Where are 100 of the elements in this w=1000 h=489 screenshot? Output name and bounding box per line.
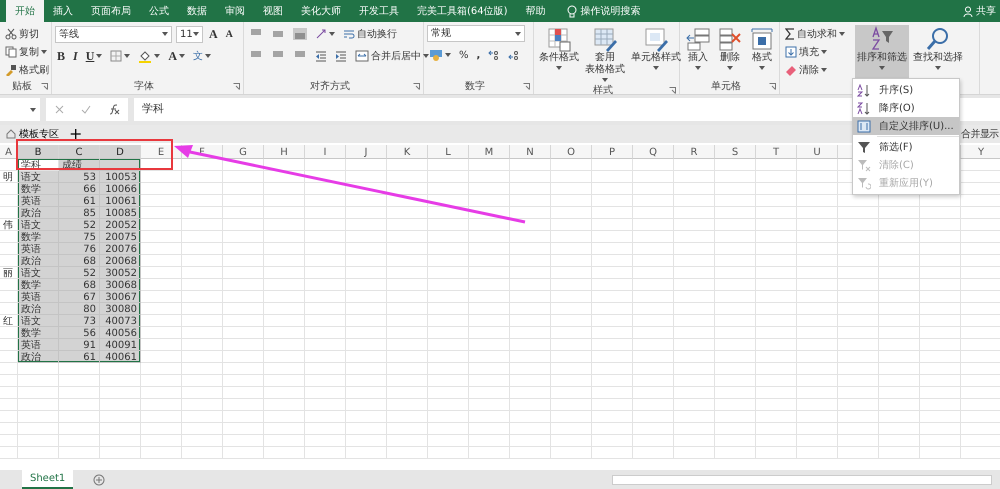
number-format-dropdown[interactable]: 常规 <box>427 25 525 42</box>
delete-button[interactable]: 删除 <box>715 25 745 79</box>
merge-center-button[interactable]: 合并后居中 <box>353 47 431 65</box>
conditional-formatting-button[interactable]: 条件格式 <box>537 25 581 83</box>
group-label: 字体 <box>133 80 155 94</box>
table-cell: 10061 <box>100 195 141 207</box>
phonetic-button[interactable]: 文 <box>191 47 214 65</box>
grow-font-button[interactable]: A <box>207 25 220 43</box>
table-cell: 76 <box>59 243 100 255</box>
ribbon-tab[interactable]: 视图 <box>254 0 292 22</box>
caret-icon <box>41 50 47 54</box>
cell-styles-button[interactable]: 单元格样式 <box>629 25 683 83</box>
column-header[interactable]: P <box>592 145 633 159</box>
table-cell: 30068 <box>100 279 141 291</box>
sheet-tab[interactable]: Sheet1 <box>22 470 74 489</box>
format-painter-button[interactable]: 格式刷 <box>3 61 51 79</box>
column-header[interactable]: O <box>551 145 592 159</box>
font-name-dropdown[interactable]: 等线 <box>55 26 172 42</box>
wrap-text-button[interactable]: 自动换行 <box>341 25 399 43</box>
autosum-button[interactable]: 自动求和 <box>783 25 847 43</box>
table-cell-text: 丽 <box>2 267 14 279</box>
comma-button[interactable]: , <box>474 46 482 64</box>
column-header[interactable]: Q <box>633 145 674 159</box>
add-tab-button[interactable]: + <box>67 122 84 146</box>
table-cell: 80 <box>59 303 100 315</box>
wrap-text-icon <box>343 28 355 40</box>
menu-item[interactable]: 降序(O) <box>853 99 959 117</box>
clear-button[interactable]: 清除 <box>783 61 847 79</box>
ribbon-tab[interactable]: 数据 <box>178 0 216 22</box>
column-header[interactable]: D <box>100 145 141 159</box>
column-header[interactable]: K <box>387 145 428 159</box>
vertical-align-button[interactable] <box>291 25 309 43</box>
insert-button[interactable]: 插入 <box>683 25 713 79</box>
cut-button[interactable]: 剪切 <box>3 25 51 43</box>
table-icon <box>546 26 572 52</box>
ribbon-tab[interactable]: 公式 <box>140 0 178 22</box>
column-header[interactable]: B <box>18 145 59 159</box>
column-header[interactable]: J <box>346 145 387 159</box>
ribbon-tab[interactable]: 美化大师 <box>292 0 350 22</box>
fill-down-icon <box>785 46 797 58</box>
sort-filter-button[interactable]: 排序和筛选 <box>855 25 909 79</box>
column-header[interactable]: T <box>756 145 797 159</box>
menu-item[interactable]: 升序(S) <box>853 81 959 99</box>
font-size-dropdown[interactable]: 11 <box>176 26 203 42</box>
dialog-launcher-icon <box>523 83 530 90</box>
ribbon-tab[interactable]: 插入 <box>44 0 82 22</box>
tell-me-search[interactable]: 操作说明搜索 <box>560 0 647 22</box>
format-button[interactable]: 格式 <box>747 25 777 79</box>
share-button[interactable]: 共享 <box>957 0 1000 22</box>
column-header[interactable]: L <box>428 145 469 159</box>
table-cell: 政治 <box>18 255 59 267</box>
check-icon <box>80 105 90 114</box>
column-header[interactable]: G <box>223 145 264 159</box>
horizontal-scrollbar[interactable] <box>612 475 992 485</box>
column-header[interactable]: M <box>469 145 510 159</box>
find-select-button[interactable]: 查找和选择 <box>911 25 965 79</box>
italic-button[interactable]: I <box>71 47 80 65</box>
ribbon-tab[interactable]: 完美工具箱(64位版) <box>408 0 517 22</box>
dialog-launcher-icon <box>413 83 420 90</box>
column-header[interactable]: N <box>510 145 551 159</box>
font-color-button[interactable]: A <box>166 47 188 65</box>
add-sheet-icon[interactable] <box>93 474 106 486</box>
indent-icon <box>335 50 347 62</box>
dialog-launcher-icon <box>41 83 48 90</box>
reapply-filter-icon <box>857 176 871 190</box>
template-tab[interactable]: 模板专区 <box>4 126 61 142</box>
cell-style-icon <box>643 26 669 52</box>
column-header[interactable]: C <box>59 145 100 159</box>
shrink-font-button[interactable]: A <box>224 25 235 43</box>
search-icon <box>925 26 951 52</box>
format-as-table-button[interactable]: 套用 表格格式 <box>583 25 627 83</box>
currency-icon <box>429 49 443 61</box>
table-cell: 73 <box>59 315 100 327</box>
column-header[interactable]: U <box>797 145 838 159</box>
table-cell-text: 明 <box>2 171 14 183</box>
table-icon <box>592 26 618 52</box>
ribbon-tab[interactable]: 开发工具 <box>350 0 408 22</box>
percent-button[interactable]: % <box>457 46 471 64</box>
ribbon-tab[interactable]: 审阅 <box>216 0 254 22</box>
ribbon-tab[interactable]: 开始 <box>6 0 44 22</box>
ribbon-tab[interactable]: 页面布局 <box>82 0 140 22</box>
bold-button[interactable]: B <box>55 47 68 65</box>
brush-icon <box>5 64 17 76</box>
copy-button[interactable]: 复制 <box>3 43 51 61</box>
column-header[interactable]: E <box>141 145 182 159</box>
ribbon-tab[interactable]: 帮助 <box>516 0 555 22</box>
column-header[interactable]: R <box>674 145 715 159</box>
table-cell: 语文 <box>18 267 59 279</box>
caret-icon <box>96 54 102 58</box>
column-header[interactable]: I <box>305 145 346 159</box>
table-cell: 75 <box>59 231 100 243</box>
table-cell: 68 <box>59 255 100 267</box>
fill-button[interactable]: 填充 <box>783 43 847 61</box>
menu-item[interactable]: 筛选(F) <box>853 138 959 156</box>
column-header[interactable]: H <box>264 145 305 159</box>
table-cell: 政治 <box>18 207 59 219</box>
underline-button[interactable]: U <box>84 47 104 65</box>
menu-item[interactable]: 自定义排序(U)... <box>853 117 959 135</box>
column-header[interactable]: S <box>715 145 756 159</box>
column-header[interactable]: Y <box>961 145 1000 159</box>
